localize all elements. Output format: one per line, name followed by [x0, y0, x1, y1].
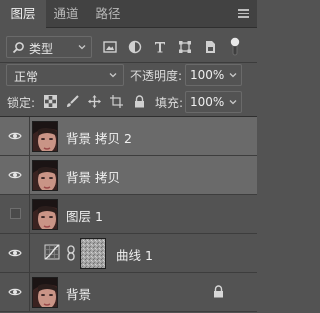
- tab-layers[interactable]: 图层: [0, 0, 46, 29]
- filter-kind-label: 类型: [29, 42, 54, 56]
- blend-mode-select[interactable]: 正常: [6, 64, 124, 86]
- layer-name[interactable]: 背景: [66, 284, 91, 303]
- visibility-off-icon[interactable]: [10, 208, 21, 219]
- layer-mask-thumbnail[interactable]: [80, 238, 106, 269]
- layer-thumbnail[interactable]: [32, 160, 58, 191]
- chevron-down-icon[interactable]: [228, 70, 238, 80]
- shape-filter-icon[interactable]: [178, 40, 192, 54]
- layer-thumbnail[interactable]: [32, 121, 58, 152]
- eye-icon[interactable]: [8, 287, 22, 297]
- layer-filter-row: 类型: [0, 29, 257, 63]
- layer-row[interactable]: 背景: [0, 273, 257, 312]
- smart-object-filter-icon[interactable]: [203, 40, 217, 54]
- search-icon: [12, 42, 24, 54]
- lock-icon: [214, 285, 223, 298]
- tab-paths[interactable]: 路径: [86, 0, 130, 28]
- type-filter-icon[interactable]: [153, 40, 167, 54]
- blend-mode-row: 正常 不透明度: 100%: [0, 63, 257, 89]
- chevron-down-icon: [109, 73, 117, 78]
- layers-list: 背景 拷贝 2 背景 拷贝 图层 1 曲线 1 背景: [0, 116, 257, 313]
- lock-all-icon[interactable]: [133, 95, 146, 108]
- eye-icon[interactable]: [8, 131, 22, 141]
- eye-icon[interactable]: [8, 170, 22, 180]
- blend-mode-value: 正常: [14, 70, 39, 84]
- adjustment-filter-icon[interactable]: [128, 40, 142, 54]
- curves-adjustment-icon[interactable]: [44, 244, 60, 260]
- lock-position-icon[interactable]: [88, 95, 101, 108]
- chevron-down-icon[interactable]: [228, 97, 238, 107]
- layer-thumbnail[interactable]: [32, 277, 58, 308]
- filter-toggle-icon[interactable]: [228, 36, 242, 58]
- opacity-label: 不透明度:: [130, 69, 183, 83]
- panel-tab-bar: 图层 通道 路径: [0, 0, 257, 29]
- layers-panel: 图层 通道 路径 类型 正常 不透明度: 100% 锁定: 填充: 100% 背…: [0, 0, 257, 313]
- lock-label: 锁定:: [7, 96, 36, 110]
- visibility-toggle[interactable]: [0, 117, 30, 155]
- filter-kind-select[interactable]: 类型: [6, 36, 92, 58]
- layer-name[interactable]: 背景 拷贝: [66, 167, 120, 186]
- layer-name[interactable]: 曲线 1: [116, 245, 153, 264]
- lock-artboard-icon[interactable]: [110, 95, 123, 108]
- eye-icon[interactable]: [8, 248, 22, 258]
- lock-row: 锁定: 填充: 100%: [0, 89, 257, 115]
- visibility-toggle[interactable]: [0, 195, 30, 233]
- chevron-down-icon: [78, 45, 86, 50]
- fill-input[interactable]: 100%: [185, 91, 242, 113]
- opacity-input[interactable]: 100%: [185, 64, 242, 86]
- lock-paint-icon[interactable]: [66, 95, 79, 108]
- layer-row[interactable]: 背景 拷贝 2: [0, 117, 257, 156]
- lock-transparent-icon[interactable]: [44, 95, 57, 108]
- tab-channels[interactable]: 通道: [46, 0, 86, 28]
- layer-row[interactable]: 曲线 1: [0, 234, 257, 273]
- layer-name[interactable]: 图层 1: [66, 206, 103, 225]
- opacity-value: 100%: [190, 68, 225, 82]
- pixel-filter-icon[interactable]: [103, 40, 117, 54]
- layer-row[interactable]: 背景 拷贝: [0, 156, 257, 195]
- fill-label: 填充:: [155, 96, 184, 110]
- fill-value: 100%: [190, 95, 225, 109]
- visibility-toggle[interactable]: [0, 156, 30, 194]
- layer-thumbnail[interactable]: [32, 199, 58, 230]
- visibility-toggle[interactable]: [0, 234, 30, 272]
- link-icon[interactable]: [66, 245, 76, 261]
- visibility-toggle[interactable]: [0, 273, 30, 311]
- panel-menu-icon[interactable]: [238, 9, 249, 18]
- layer-row[interactable]: 图层 1: [0, 195, 257, 234]
- layer-name[interactable]: 背景 拷贝 2: [66, 128, 132, 147]
